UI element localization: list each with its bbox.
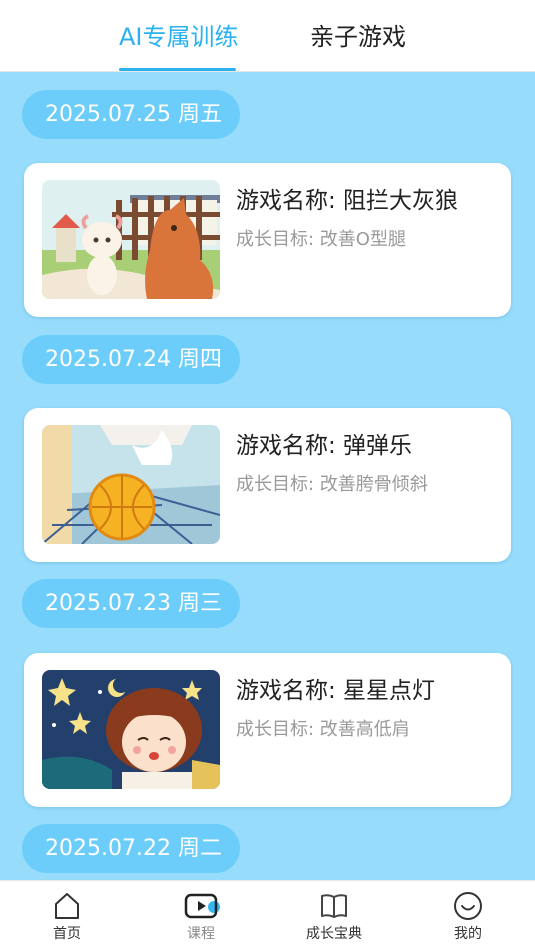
date-pill: 2025.07.25 周五 bbox=[22, 90, 240, 139]
nav-label: 成长宝典 bbox=[306, 926, 362, 942]
game-name: 游戏名称: 弹弹乐 bbox=[236, 433, 413, 459]
game-thumbnail-basketball[interactable] bbox=[42, 425, 220, 544]
nav-label: 首页 bbox=[53, 926, 81, 942]
active-tab-indicator bbox=[119, 68, 236, 71]
tab-ai-training[interactable]: AI专属训练 bbox=[119, 20, 239, 54]
game-name: 游戏名称: 阻拦大灰狼 bbox=[236, 188, 459, 214]
nav-course[interactable]: 课程 bbox=[151, 881, 251, 951]
nav-label: 我的 bbox=[454, 926, 482, 942]
growth-goal: 成长目标: 改善O型腿 bbox=[236, 229, 406, 250]
top-tab-bar: AI专属训练 亲子游戏 bbox=[0, 0, 535, 72]
nav-home[interactable]: 首页 bbox=[17, 881, 117, 951]
date-pill: 2025.07.24 周四 bbox=[22, 335, 240, 384]
home-icon bbox=[55, 893, 79, 919]
game-name: 游戏名称: 星星点灯 bbox=[236, 678, 436, 704]
tab-parent-child-games[interactable]: 亲子游戏 bbox=[310, 20, 406, 54]
bottom-nav-bar: 首页 课程 成长宝典 我的 bbox=[0, 880, 535, 951]
smile-profile-icon bbox=[454, 892, 482, 920]
growth-goal: 成长目标: 改善胯骨倾斜 bbox=[236, 474, 428, 495]
nav-growth-guide[interactable]: 成长宝典 bbox=[284, 881, 384, 951]
game-thumbnail-wolf[interactable] bbox=[42, 180, 220, 299]
date-pill: 2025.07.22 周二 bbox=[22, 824, 240, 873]
training-feed[interactable]: 2025.07.25 周五 游戏名称: 阻拦大灰狼 成长目标: 改善O型腿 20… bbox=[0, 72, 535, 880]
game-thumbnail-stars[interactable] bbox=[42, 670, 220, 789]
nav-label: 课程 bbox=[187, 926, 215, 942]
course-play-icon bbox=[184, 893, 220, 919]
game-card[interactable]: 游戏名称: 弹弹乐 成长目标: 改善胯骨倾斜 bbox=[24, 408, 511, 562]
date-pill: 2025.07.23 周三 bbox=[22, 579, 240, 628]
book-icon bbox=[321, 894, 347, 918]
game-card[interactable]: 游戏名称: 阻拦大灰狼 成长目标: 改善O型腿 bbox=[24, 163, 511, 317]
growth-goal: 成长目标: 改善高低肩 bbox=[236, 719, 410, 740]
game-card[interactable]: 游戏名称: 星星点灯 成长目标: 改善高低肩 bbox=[24, 653, 511, 807]
nav-profile[interactable]: 我的 bbox=[418, 881, 518, 951]
